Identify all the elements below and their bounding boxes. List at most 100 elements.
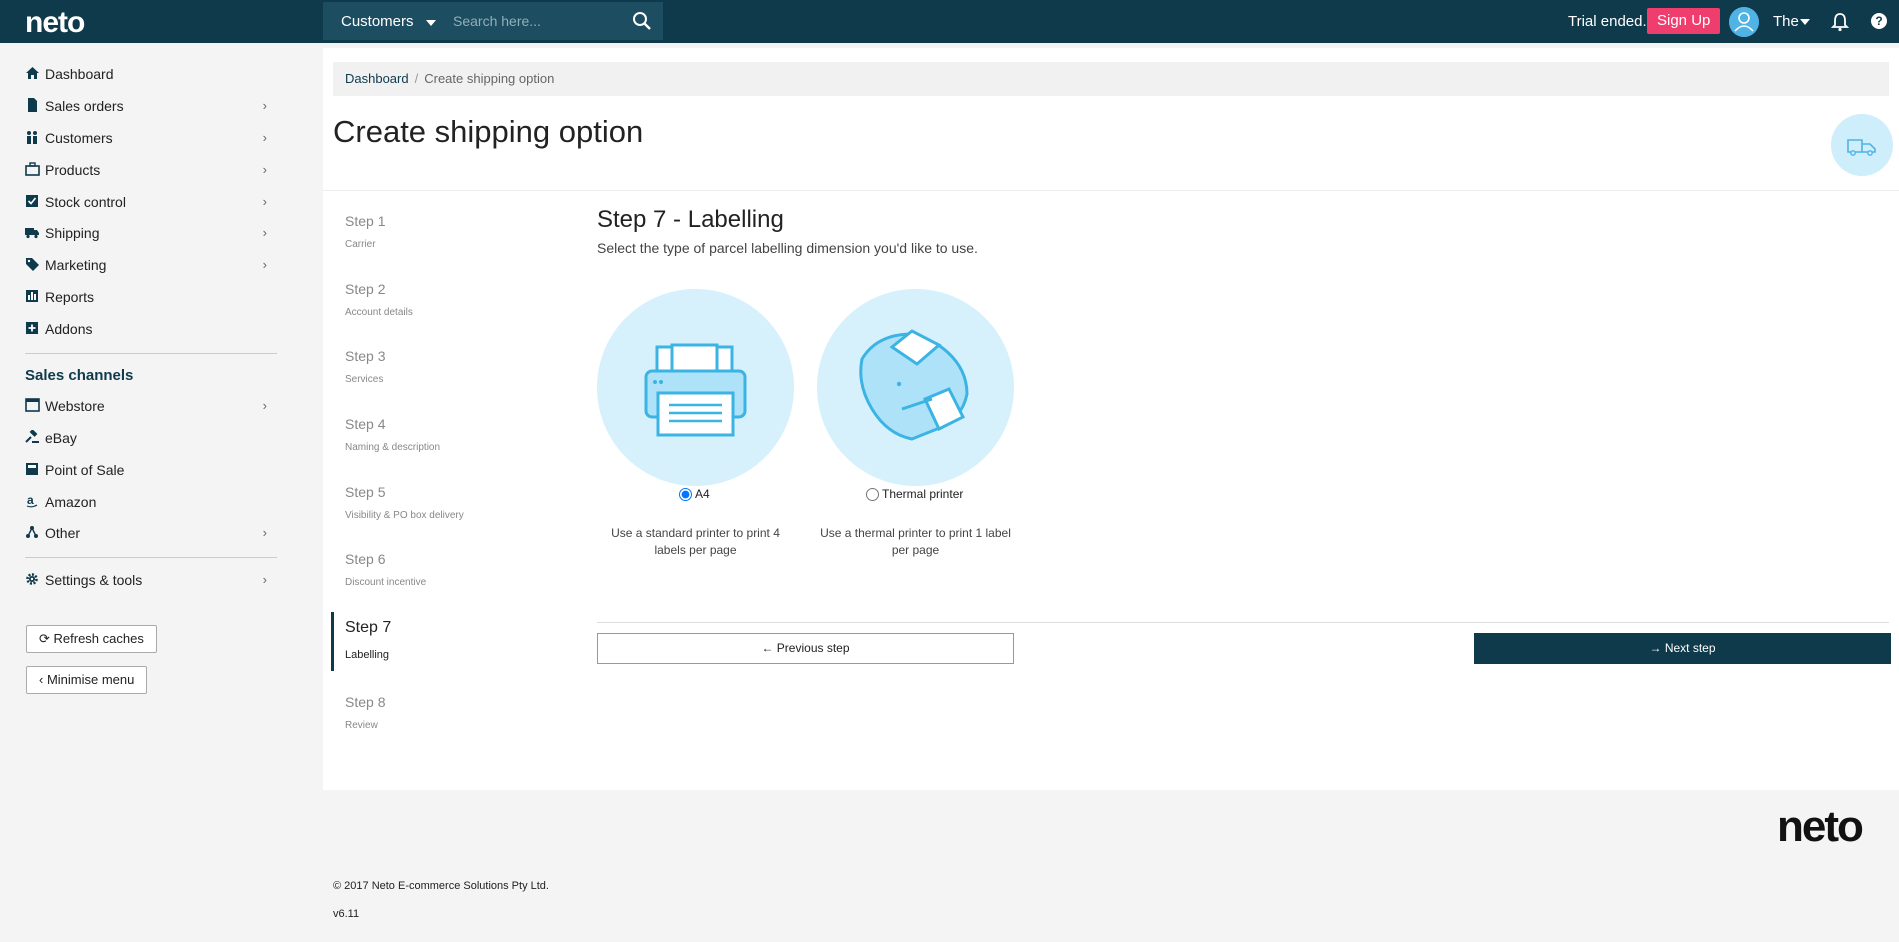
chevron-right-icon: › xyxy=(262,194,267,209)
svg-text:a: a xyxy=(27,494,34,507)
chevron-right-icon: › xyxy=(262,225,267,240)
step-1[interactable]: Step 1 Carrier xyxy=(345,213,385,250)
user-menu[interactable]: The xyxy=(1773,13,1799,30)
sidebar-item-label: Other xyxy=(45,525,81,541)
sidebar-item-label: eBay xyxy=(45,430,77,446)
step-description: Discount incentive xyxy=(345,577,427,588)
step-number: Step 4 xyxy=(345,416,386,432)
step-7[interactable]: Step 7 Labelling xyxy=(331,612,391,671)
breadcrumb-separator: / xyxy=(414,71,419,86)
search-box: Customers xyxy=(323,2,663,40)
sidebar-item-other[interactable]: Other › xyxy=(25,521,275,547)
divider xyxy=(25,353,277,354)
sign-up-button[interactable]: Sign Up xyxy=(1647,8,1721,34)
step-description: Services xyxy=(345,374,384,385)
sidebar-item-stock-control[interactable]: Stock control › xyxy=(25,190,275,216)
tag-icon xyxy=(26,258,39,271)
divider xyxy=(597,622,1889,623)
sidebar-item-customers[interactable]: Customers › xyxy=(25,126,275,152)
sidebar-item-marketing[interactable]: Marketing › xyxy=(25,253,275,279)
sidebar-item-reports[interactable]: Reports xyxy=(25,285,275,311)
sidebar-item-label: Reports xyxy=(45,289,95,305)
step-2[interactable]: Step 2 Account details xyxy=(345,281,413,318)
option-thermal-printer[interactable]: Thermal printer xyxy=(866,487,964,502)
amazon-icon: a xyxy=(26,494,38,508)
chevron-down-icon[interactable] xyxy=(426,20,436,26)
home-icon xyxy=(26,67,39,79)
option-description: Use a thermal printer to print 1 label p… xyxy=(820,526,1011,557)
sales-channels-heading: Sales channels xyxy=(25,367,134,384)
briefcase-icon xyxy=(25,162,40,176)
step-4[interactable]: Step 4 Naming & description xyxy=(345,416,440,453)
step-number: Step 8 xyxy=(345,694,386,710)
sidebar-item-label: Settings & tools xyxy=(45,572,143,588)
thermal-printer-icon[interactable] xyxy=(817,289,1014,486)
option-label: Thermal printer xyxy=(882,487,964,501)
chevron-down-icon[interactable] xyxy=(1800,19,1810,25)
main-panel: Dashboard / Create shipping option Create … xyxy=(323,48,1899,790)
divider xyxy=(25,557,277,558)
step-description: Carrier xyxy=(345,239,376,250)
sidebar-item-label: Dashboard xyxy=(45,66,114,82)
bell-icon[interactable] xyxy=(1831,12,1849,32)
sidebar-item-ebay[interactable]: eBay xyxy=(25,426,275,452)
step-description: Account details xyxy=(345,307,413,318)
search-category-select[interactable]: Customers xyxy=(341,13,414,30)
neto-logo[interactable]: neto xyxy=(25,6,85,40)
step-5[interactable]: Step 5 Visibility & PO box delivery xyxy=(345,484,464,521)
sidebar-item-label: Webstore xyxy=(45,398,105,414)
truck-icon xyxy=(1831,114,1893,176)
sidebar-item-label: Sales orders xyxy=(45,98,124,114)
copyright-text: © 2017 Neto E-commerce Solutions Pty Ltd… xyxy=(333,880,549,892)
top-bar: neto Customers Trial ended. Sign Up The … xyxy=(0,0,1899,43)
avatar[interactable] xyxy=(1729,7,1759,37)
chevron-right-icon: › xyxy=(262,98,267,113)
previous-step-button[interactable]: ← Previous step xyxy=(597,633,1014,664)
search-input[interactable] xyxy=(453,8,613,34)
sidebar-item-settings[interactable]: Settings & tools › xyxy=(25,568,275,594)
chevron-right-icon: › xyxy=(262,130,267,145)
sidebar-item-addons[interactable]: Addons xyxy=(25,317,275,343)
breadcrumb-dashboard-link[interactable]: Dashboard xyxy=(345,71,409,86)
truck-icon xyxy=(25,228,39,239)
a4-radio[interactable] xyxy=(679,488,692,502)
printer-icon[interactable] xyxy=(597,289,794,486)
chevron-right-icon: › xyxy=(262,525,267,540)
step-title: Step 7 - Labelling xyxy=(597,206,784,233)
sidebar-item-label: Customers xyxy=(45,130,113,146)
refresh-caches-button[interactable]: ⟳ Refresh caches xyxy=(26,625,157,653)
version-text: v6.11 xyxy=(333,908,360,920)
gear-icon xyxy=(26,573,38,585)
sidebar-item-products[interactable]: Products › xyxy=(25,158,275,184)
search-icon[interactable] xyxy=(632,11,652,31)
register-icon xyxy=(26,463,38,475)
checkbox-icon xyxy=(26,195,38,207)
sidebar-item-dashboard[interactable]: Dashboard xyxy=(25,62,275,88)
thermal-printer-radio[interactable] xyxy=(866,488,879,502)
step-3[interactable]: Step 3 Services xyxy=(345,348,385,385)
sidebar-item-label: Amazon xyxy=(45,494,97,510)
step-6[interactable]: Step 6 Discount incentive xyxy=(345,551,426,588)
document-icon xyxy=(28,98,37,112)
sidebar-item-webstore[interactable]: Webstore › xyxy=(25,394,275,420)
sidebar-item-sales-orders[interactable]: Sales orders › xyxy=(25,94,275,120)
step-8[interactable]: Step 8 Review xyxy=(345,694,385,731)
sidebar-item-label: Addons xyxy=(45,321,93,337)
page-title: Create shipping option xyxy=(333,114,644,149)
step-number: Step 7 xyxy=(345,619,392,636)
minimise-menu-button[interactable]: ‹ Minimise menu xyxy=(26,666,148,694)
option-label: A4 xyxy=(695,487,710,501)
gavel-icon xyxy=(25,430,39,443)
sidebar-item-amazon[interactable]: a Amazon xyxy=(25,490,275,516)
sidebar-item-shipping[interactable]: Shipping › xyxy=(25,221,275,247)
chevron-right-icon: › xyxy=(262,162,267,177)
plus-square-icon xyxy=(26,322,38,334)
share-icon xyxy=(26,526,38,538)
option-a4[interactable]: A4 xyxy=(679,487,710,502)
next-step-button[interactable]: → Next step xyxy=(1474,633,1891,664)
chevron-right-icon: › xyxy=(262,257,267,272)
help-icon[interactable]: ? xyxy=(1871,13,1887,29)
browser-icon xyxy=(25,398,40,412)
sidebar-item-point-of-sale[interactable]: Point of Sale xyxy=(25,458,275,484)
sidebar-item-label: Stock control xyxy=(45,194,126,210)
